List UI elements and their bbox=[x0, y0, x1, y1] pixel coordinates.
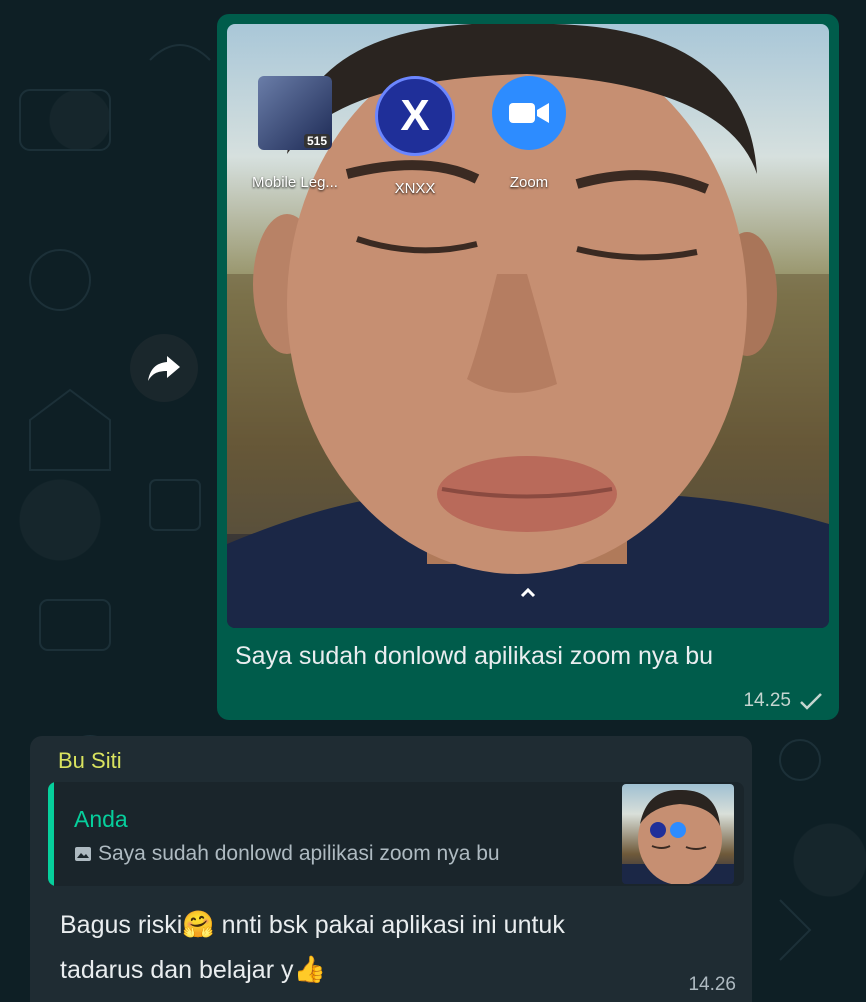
thumbs-up-emoji: 👍 bbox=[293, 954, 326, 984]
incoming-message-bubble[interactable]: Bu Siti Anda Saya sudah donlowd apilikas… bbox=[30, 736, 752, 1002]
photo-icon bbox=[75, 847, 91, 861]
video-camera-icon bbox=[509, 103, 549, 123]
thumbnail-face bbox=[622, 789, 734, 884]
outgoing-message-bubble[interactable]: 515 Mobile Leg... X XNXX Zoom Saya sudah… bbox=[217, 14, 839, 720]
check-icon bbox=[800, 693, 822, 710]
app-x: X XNXX bbox=[365, 76, 465, 197]
app-zoom: Zoom bbox=[479, 76, 579, 191]
x-app-icon: X bbox=[375, 76, 455, 156]
hugging-face-emoji: 🤗 bbox=[182, 909, 215, 939]
outgoing-meta: 14.25 bbox=[743, 690, 823, 712]
incoming-time: 14.26 bbox=[688, 974, 736, 995]
mobile-legends-app-icon: 515 bbox=[258, 76, 332, 150]
quoted-author: Anda bbox=[74, 806, 128, 832]
message-photo[interactable]: 515 Mobile Leg... X XNXX Zoom bbox=[227, 24, 829, 628]
app-mobile-legends: 515 Mobile Leg... bbox=[245, 76, 345, 191]
chevron-up-icon bbox=[520, 587, 536, 598]
quoted-message[interactable]: Anda Saya sudah donlowd apilikasi zoom n… bbox=[48, 782, 744, 886]
quoted-text-row: Saya sudah donlowd apilikasi zoom nya bu bbox=[74, 842, 500, 866]
message-line2: tadarus dan belajar y bbox=[60, 956, 294, 984]
quote-accent-bar bbox=[48, 782, 54, 886]
zoom-video-icon bbox=[492, 76, 566, 150]
app-badge: 515 bbox=[303, 134, 330, 148]
sender-name[interactable]: Bu Siti bbox=[58, 748, 122, 774]
outgoing-caption: Saya sudah donlowd apilikasi zoom nya bu bbox=[235, 642, 714, 670]
outgoing-time: 14.25 bbox=[743, 690, 791, 711]
message-line1-end: nnti bsk pakai aplikasi ini untuk bbox=[214, 911, 565, 939]
forward-arrow-icon bbox=[148, 356, 180, 381]
message-line1-start: Bagus riski bbox=[60, 911, 183, 939]
quoted-photo-thumbnail bbox=[622, 784, 734, 884]
app-label-zoom: Zoom bbox=[509, 174, 549, 191]
quoted-text: Saya sudah donlowd apilikasi zoom nya bu bbox=[98, 842, 500, 865]
forward-button[interactable] bbox=[130, 334, 198, 402]
app-label-mobile-legends: Mobile Leg... bbox=[252, 174, 338, 191]
incoming-message-text: Bagus riski🤗 nnti bsk pakai aplikasi ini… bbox=[60, 902, 680, 992]
app-label-x: XNXX bbox=[394, 180, 436, 197]
